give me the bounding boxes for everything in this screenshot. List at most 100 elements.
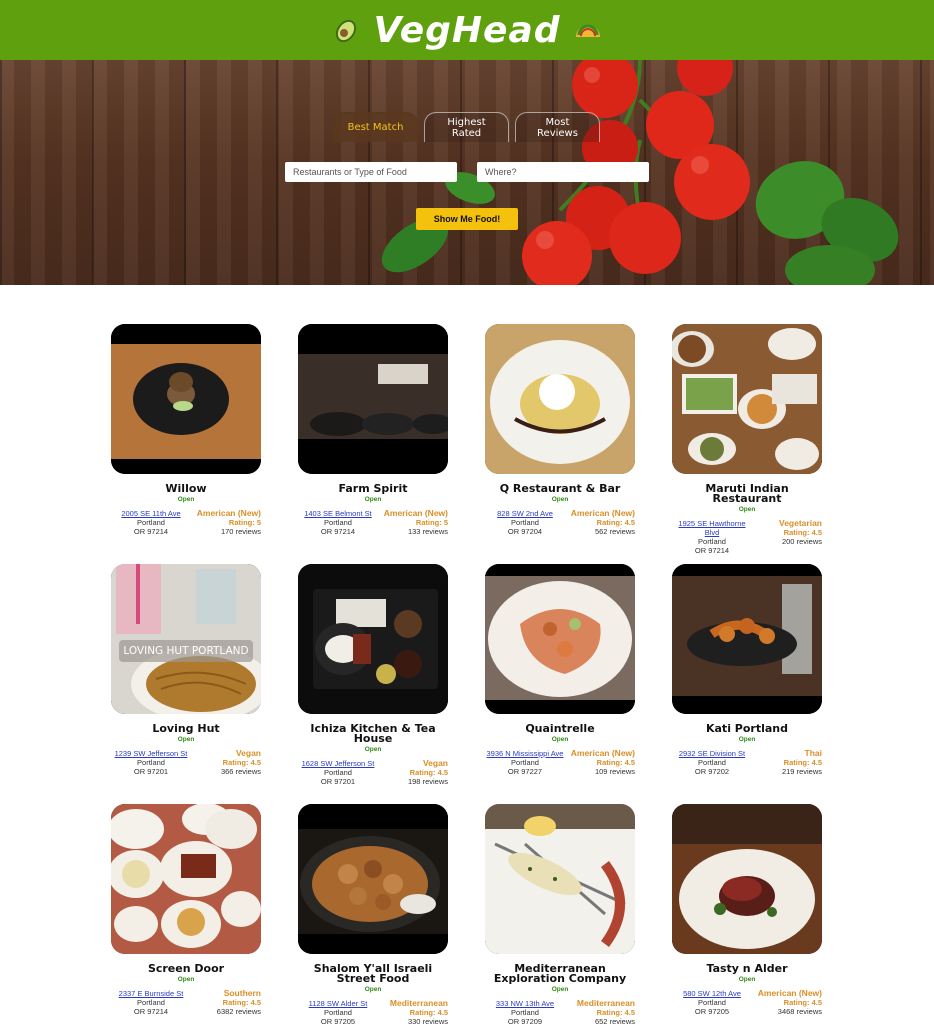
restaurant-name[interactable]: Mediterranean Exploration Company bbox=[485, 963, 635, 984]
street-link[interactable]: 2005 SE 11th Ave bbox=[111, 509, 191, 518]
restaurant-card[interactable]: Ichiza Kitchen & Tea House Open 1628 SW … bbox=[298, 564, 448, 786]
street-link[interactable]: 3936 N Mississippi Ave bbox=[485, 749, 565, 758]
dish-q-restaurant bbox=[485, 324, 635, 474]
hero-banner: Best Match Highest Rated Most Reviews Sh… bbox=[0, 60, 934, 285]
restaurant-name[interactable]: Quaintrelle bbox=[485, 723, 635, 734]
city: Portland bbox=[137, 518, 165, 527]
rating-label: Rating: 4.5 bbox=[409, 1008, 448, 1017]
food-search-input[interactable] bbox=[285, 162, 457, 182]
restaurant-info: 1403 SE Belmont St Portland OR 97214 Ame… bbox=[298, 509, 448, 537]
open-status: Open bbox=[738, 736, 756, 743]
category-label: Southern bbox=[223, 988, 261, 998]
rating-label: Rating: 5 bbox=[228, 518, 261, 527]
restaurant-photo[interactable] bbox=[298, 324, 448, 474]
street-link[interactable]: 333 NW 13th Ave bbox=[485, 999, 565, 1008]
rating-label: Rating: 5 bbox=[415, 518, 448, 527]
restaurant-card[interactable]: Farm Spirit Open 1403 SE Belmont St Port… bbox=[298, 324, 448, 542]
city: Portland bbox=[511, 758, 539, 767]
restaurant-info: 828 SW 2nd Ave Portland OR 97204 America… bbox=[485, 509, 635, 537]
restaurant-grid: Willow Open 2005 SE 11th Ave Portland OR… bbox=[111, 324, 823, 1026]
restaurant-photo[interactable] bbox=[485, 324, 635, 474]
brand-logo[interactable]: VegHead bbox=[331, 10, 602, 51]
tab-best-match[interactable]: Best Match bbox=[333, 112, 418, 142]
address-block: 1239 SW Jefferson St Portland OR 97201 bbox=[111, 749, 191, 776]
street-link[interactable]: 2337 E Burnside St bbox=[111, 989, 191, 998]
review-count: 3468 reviews bbox=[777, 1007, 822, 1016]
rating-label: Rating: 4.5 bbox=[409, 768, 448, 777]
address-block: 580 SW 12th Ave Portland OR 97205 bbox=[672, 989, 752, 1016]
restaurant-card[interactable]: Willow Open 2005 SE 11th Ave Portland OR… bbox=[111, 324, 261, 542]
street-link[interactable]: 1403 SE Belmont St bbox=[298, 509, 378, 518]
meta-block: Thai Rating: 4.5 219 reviews bbox=[781, 749, 822, 777]
address-block: 2005 SE 11th Ave Portland OR 97214 bbox=[111, 509, 191, 536]
restaurant-card[interactable]: Tasty n Alder Open 580 SW 12th Ave Portl… bbox=[672, 804, 822, 1022]
restaurant-photo[interactable] bbox=[111, 324, 261, 474]
restaurant-photo[interactable] bbox=[672, 804, 822, 954]
street-link[interactable]: 580 SW 12th Ave bbox=[672, 989, 752, 998]
restaurant-photo[interactable] bbox=[298, 564, 448, 714]
restaurant-name[interactable]: Screen Door bbox=[111, 963, 261, 974]
address-block: 1925 SE Hawthorne Blvd Portland OR 97214 bbox=[672, 519, 752, 555]
restaurant-card[interactable]: LOVING HUT PORTLAND Loving Hut Open 1239… bbox=[111, 564, 261, 782]
taco-icon bbox=[575, 24, 600, 37]
street-link[interactable]: 1628 SW Jefferson St bbox=[298, 759, 378, 768]
restaurant-card[interactable]: Q Restaurant & Bar Open 828 SW 2nd Ave P… bbox=[485, 324, 635, 542]
restaurant-name[interactable]: Willow bbox=[111, 483, 261, 494]
restaurant-photo[interactable] bbox=[485, 564, 635, 714]
city: Portland bbox=[324, 768, 352, 777]
restaurant-card[interactable]: Shalom Y'all Israeli Street Food Open 11… bbox=[298, 804, 448, 1026]
address-block: 2337 E Burnside St Portland OR 97214 bbox=[111, 989, 191, 1016]
restaurant-photo[interactable] bbox=[298, 804, 448, 954]
tab-highest-rated[interactable]: Highest Rated bbox=[424, 112, 509, 142]
meta-block: American (New) Rating: 4.5 109 reviews bbox=[571, 749, 635, 777]
show-me-food-button[interactable]: Show Me Food! bbox=[416, 208, 518, 230]
state-zip: OR 97202 bbox=[694, 767, 730, 776]
restaurant-name[interactable]: Shalom Y'all Israeli Street Food bbox=[298, 963, 448, 984]
state-zip: OR 97201 bbox=[133, 767, 169, 776]
review-count: 219 reviews bbox=[781, 767, 822, 776]
restaurant-photo[interactable] bbox=[672, 564, 822, 714]
restaurant-info: 1628 SW Jefferson St Portland OR 97201 V… bbox=[298, 759, 448, 787]
restaurant-photo[interactable]: LOVING HUT PORTLAND bbox=[111, 564, 261, 714]
rating-label: Rating: 4.5 bbox=[222, 998, 261, 1007]
street-link[interactable]: 1128 SW Alder St bbox=[298, 999, 378, 1008]
street-link[interactable]: 2932 SE Division St bbox=[672, 749, 752, 758]
city: Portland bbox=[511, 1008, 539, 1017]
restaurant-photo[interactable] bbox=[672, 324, 822, 474]
dish-maruti bbox=[672, 324, 822, 474]
restaurant-card[interactable]: Mediterranean Exploration Company Open 3… bbox=[485, 804, 635, 1026]
restaurant-name[interactable]: Tasty n Alder bbox=[672, 963, 822, 974]
category-label: Mediterranean bbox=[576, 998, 635, 1008]
review-count: 652 reviews bbox=[594, 1017, 635, 1026]
restaurant-name[interactable]: Maruti Indian Restaurant bbox=[672, 483, 822, 504]
restaurant-name[interactable]: Loving Hut bbox=[111, 723, 261, 734]
review-count: 109 reviews bbox=[594, 767, 635, 776]
restaurant-name[interactable]: Ichiza Kitchen & Tea House bbox=[298, 723, 448, 744]
restaurant-card[interactable]: Kati Portland Open 2932 SE Division St P… bbox=[672, 564, 822, 782]
restaurant-card[interactable]: Maruti Indian Restaurant Open 1925 SE Ha… bbox=[672, 324, 822, 555]
rating-label: Rating: 4.5 bbox=[222, 758, 261, 767]
dish-tasty-n-alder bbox=[672, 804, 822, 954]
street-link[interactable]: 1239 SW Jefferson St bbox=[111, 749, 191, 758]
review-count: 198 reviews bbox=[407, 777, 448, 786]
restaurant-card[interactable]: Screen Door Open 2337 E Burnside St Port… bbox=[111, 804, 261, 1022]
street-link[interactable]: 1925 SE Hawthorne Blvd bbox=[672, 519, 752, 537]
state-zip: OR 97227 bbox=[507, 767, 543, 776]
street-link[interactable]: 828 SW 2nd Ave bbox=[485, 509, 565, 518]
restaurant-info: 1128 SW Alder St Portland OR 97205 Medit… bbox=[298, 999, 448, 1027]
restaurant-info: 1925 SE Hawthorne Blvd Portland OR 97214… bbox=[672, 519, 822, 556]
meta-block: American (New) Rating: 5 170 reviews bbox=[197, 509, 261, 537]
state-zip: OR 97201 bbox=[320, 777, 356, 786]
restaurant-name[interactable]: Farm Spirit bbox=[298, 483, 448, 494]
city: Portland bbox=[698, 998, 726, 1007]
restaurant-photo[interactable] bbox=[111, 804, 261, 954]
review-count: 170 reviews bbox=[220, 527, 261, 536]
open-status: Open bbox=[177, 976, 195, 983]
restaurant-name[interactable]: Kati Portland bbox=[672, 723, 822, 734]
brand-title: VegHead bbox=[373, 9, 561, 51]
location-input[interactable] bbox=[477, 162, 649, 182]
tab-most-reviews[interactable]: Most Reviews bbox=[515, 112, 600, 142]
restaurant-card[interactable]: Quaintrelle Open 3936 N Mississippi Ave … bbox=[485, 564, 635, 782]
restaurant-photo[interactable] bbox=[485, 804, 635, 954]
restaurant-name[interactable]: Q Restaurant & Bar bbox=[485, 483, 635, 494]
